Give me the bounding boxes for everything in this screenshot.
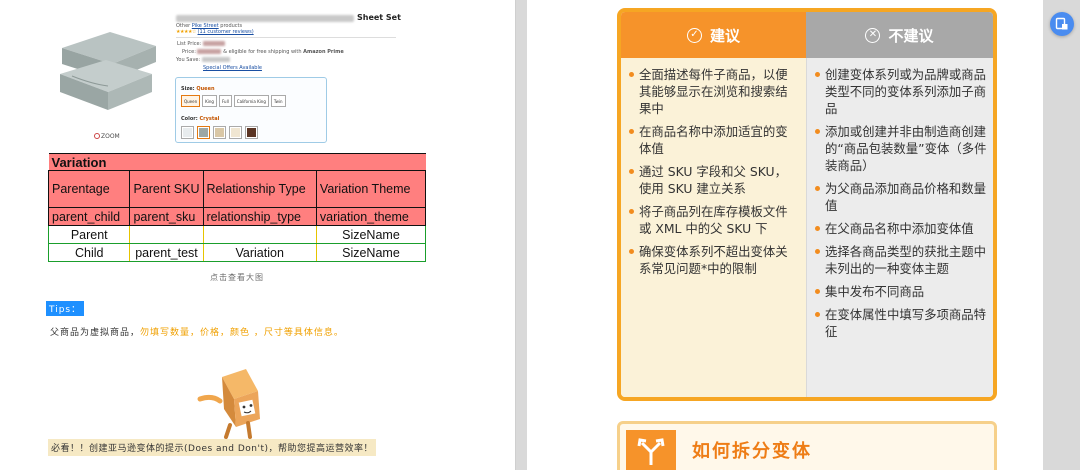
table-cell: parent_test [129, 243, 204, 262]
list-item: 将子商品列在库存模板文件或 XML 中的父 SKU 下 [629, 203, 798, 237]
column-header: Relationship Type [202, 170, 317, 208]
list-item: 在父商品名称中添加变体值 [815, 220, 987, 237]
size-option[interactable]: Twin [270, 95, 286, 107]
dont-title: 不建议 [888, 26, 934, 45]
field-key: parent_sku [129, 207, 204, 226]
column-header: Variation Theme [315, 170, 427, 208]
document-translate-icon [1055, 17, 1068, 30]
shipping-text: & eligible for free shipping with [223, 49, 302, 55]
viewer: ZOOM Sheet Set Other Pike Street product… [0, 0, 1080, 470]
split-variations-section: 如何拆分变体 [617, 421, 997, 470]
view-large-image-link[interactable]: 点击查看大图 [0, 272, 474, 283]
list-item: 确保变体系列不超出变体关系常见问题*中的限制 [629, 243, 798, 277]
table-cell: SizeName [315, 243, 427, 262]
you-save-label: You Save: [176, 57, 201, 63]
size-selected: Queen [196, 86, 215, 92]
do-header: ✓ 建议 [621, 12, 806, 58]
list-item: 添加或创建并非由制造商创建的“商品包装数量”变体（多件装商品） [815, 123, 987, 174]
special-offers-line: Special Offers Available [203, 65, 262, 71]
variation-table: Variation Parentage Parent SKU Relations… [47, 153, 427, 262]
x-circle-icon: ✕ [865, 27, 881, 43]
column-header: Parentage [47, 170, 131, 208]
product-title-suffix: Sheet Set [357, 13, 401, 22]
rating-stars-icon: ★★★★☆ [176, 29, 196, 35]
price-line: Price: & eligible for free shipping with… [182, 49, 344, 55]
must-read-banner: 必看！！创建亚马逊变体的提示(Does and Don't)，帮助您提高运营效率… [48, 439, 376, 456]
color-swatch[interactable] [245, 126, 258, 139]
left-page: ZOOM Sheet Set Other Pike Street product… [0, 0, 516, 470]
table-title: Variation [48, 153, 426, 171]
color-swatch[interactable] [197, 126, 210, 139]
size-option[interactable]: Queen [181, 95, 201, 107]
list-item: 在变体属性中填写多项商品特征 [815, 306, 987, 340]
color-swatch[interactable] [181, 126, 194, 139]
right-page: ✓ 建议 ✕ 不建议 全面描述每件子商品，以便其能够显示在浏览和搜索结果中 在商… [527, 0, 1043, 470]
blurred-price [197, 49, 222, 54]
field-key: parent_child [47, 207, 131, 226]
field-key: relationship_type [202, 207, 317, 226]
table-cell: Variation [202, 243, 317, 262]
column-header: Parent SKU [129, 170, 204, 208]
variation-options-box: Size: Queen Queen King Full California K… [175, 77, 327, 143]
size-label: Size: Queen [181, 86, 215, 92]
blurred-value [202, 41, 225, 46]
price-label: Price: [182, 49, 196, 55]
rating-line: ★★★★☆ (11 customer reviews) [176, 29, 254, 35]
list-item: 集中发布不同商品 [815, 283, 987, 300]
size-option[interactable]: King [202, 95, 217, 107]
color-label-text: Color: [181, 116, 198, 122]
color-selected: Crystal [199, 116, 220, 122]
field-key: variation_theme [315, 207, 427, 226]
do-title: 建议 [709, 26, 740, 45]
table-cell: Child [47, 243, 131, 262]
table-cell: Parent [47, 225, 131, 244]
blurred-product-title [176, 15, 354, 22]
divider [176, 37, 396, 38]
color-swatch[interactable] [213, 126, 226, 139]
split-arrows-icon [626, 430, 676, 470]
dont-header: ✕ 不建议 [806, 12, 993, 58]
size-label-text: Size: [181, 86, 195, 92]
prime-text: Amazon Prime [303, 49, 344, 55]
floating-action-button[interactable] [1050, 12, 1074, 36]
bed-sheet-image [60, 32, 156, 110]
tips-label: Tips： [46, 301, 85, 316]
list-item: 全面描述每件子商品，以便其能够显示在浏览和搜索结果中 [629, 66, 798, 117]
note-prefix: 父商品为虚拟商品， [50, 328, 141, 338]
section-title: 如何拆分变体 [692, 441, 812, 462]
table-row: Parent SizeName [47, 225, 427, 244]
list-item: 创建变体系列或为品牌或商品类型不同的变体系列添加子商品 [815, 66, 987, 117]
size-option[interactable]: Full [218, 95, 232, 107]
tips-note: 父商品为虚拟商品，勿填写数量，价格，颜色 ，尺寸等具体信息。 [50, 325, 344, 338]
list-item: 为父商品添加商品价格和数量值 [815, 180, 987, 214]
list-item: 通过 SKU 字段和父 SKU，使用 SKU 建立关系 [629, 163, 798, 197]
special-offers-link[interactable]: Special Offers Available [203, 65, 262, 71]
note-highlight: 勿填写数量，价格，颜色 ，尺寸等具体信息。 [140, 328, 344, 338]
table-cell: SizeName [315, 225, 427, 244]
magnifier-icon [94, 133, 100, 139]
box-mascot-illustration [197, 369, 260, 439]
product-listing-image: ZOOM Sheet Set Other Pike Street product… [48, 6, 428, 146]
color-label: Color: Crystal [181, 116, 219, 122]
zoom-label: ZOOM [101, 133, 120, 140]
list-item: 在商品名称中添加适宜的变体值 [629, 123, 798, 157]
do-list: 全面描述每件子商品，以便其能够显示在浏览和搜索结果中 在商品名称中添加适宜的变体… [621, 58, 806, 397]
color-swatch[interactable] [229, 126, 242, 139]
list-price-label: List Price: [177, 41, 202, 47]
color-swatches [181, 126, 258, 139]
dont-list: 创建变体系列或为品牌或商品类型不同的变体系列添加子商品 添加或创建并非由制造商创… [806, 58, 993, 397]
zoom-button[interactable]: ZOOM [94, 133, 120, 140]
table-row: Child parent_test Variation SizeName [47, 243, 427, 262]
list-item: 选择各商品类型的获批主题中未列出的一种变体主题 [815, 243, 987, 277]
size-options: Queen King Full California King Twin [181, 95, 286, 107]
table-cell [129, 225, 204, 244]
you-save-line: You Save: [176, 57, 230, 63]
size-option[interactable]: California King [233, 95, 269, 107]
blurred-savings [201, 57, 230, 62]
table-cell [202, 225, 317, 244]
check-circle-icon: ✓ [686, 27, 702, 43]
dos-and-donts-card: ✓ 建议 ✕ 不建议 全面描述每件子商品，以便其能够显示在浏览和搜索结果中 在商… [617, 8, 997, 401]
list-price-line: List Price: [177, 41, 225, 47]
reviews-link[interactable]: (11 customer reviews) [198, 29, 254, 35]
